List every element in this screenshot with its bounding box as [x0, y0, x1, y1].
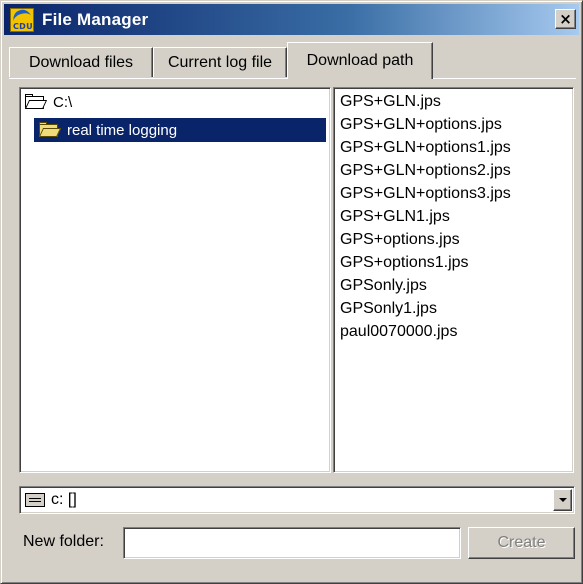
open-folder-icon: [38, 122, 62, 138]
file-item[interactable]: GPS+GLN+options.jps: [340, 113, 502, 136]
window-title: File Manager: [42, 9, 149, 29]
drive-value: c: []: [51, 491, 77, 508]
file-item[interactable]: GPS+GLN.jps: [340, 90, 441, 113]
drive-dropdown-button[interactable]: [553, 489, 572, 511]
cdu-app-icon: CDU: [8, 6, 36, 34]
tab-bar: Download files Current log file Download…: [9, 41, 575, 79]
file-item[interactable]: GPS+GLN+options2.jps: [340, 159, 511, 182]
app-icon-text: CDU: [13, 21, 33, 31]
file-item[interactable]: GPS+GLN+options3.jps: [340, 182, 511, 205]
tab-label: Download path: [306, 52, 414, 69]
tree-item-root[interactable]: C:\: [24, 90, 75, 114]
file-item[interactable]: GPS+GLN1.jps: [340, 205, 450, 228]
new-folder-input[interactable]: [123, 527, 461, 559]
file-manager-window: CDU File Manager × Download files Curren…: [0, 0, 583, 584]
create-button[interactable]: Create: [468, 527, 575, 559]
file-list[interactable]: GPS+GLN.jps GPS+GLN+options.jps GPS+GLN+…: [333, 87, 574, 473]
open-folder-icon: [24, 94, 48, 110]
tree-item-real-time-logging[interactable]: real time logging: [34, 118, 326, 142]
tab-label: Download files: [28, 53, 134, 71]
title-bar[interactable]: CDU File Manager ×: [4, 4, 579, 35]
new-folder-label: New folder:: [23, 533, 104, 550]
create-button-label: Create: [497, 534, 546, 551]
tab-current-log-file[interactable]: Current log file: [153, 47, 287, 77]
file-item[interactable]: GPS+options.jps: [340, 228, 460, 251]
tab-download-path[interactable]: Download path: [287, 42, 433, 79]
tree-item-label: C:\: [53, 93, 73, 111]
file-item[interactable]: GPS+GLN+options1.jps: [340, 136, 511, 159]
chevron-down-icon: [558, 498, 567, 502]
close-button[interactable]: ×: [555, 9, 576, 29]
tree-item-label: real time logging: [67, 121, 178, 139]
file-item[interactable]: paul0070000.jps: [340, 320, 457, 343]
drive-icon: [25, 493, 45, 507]
file-item[interactable]: GPS+options1.jps: [340, 251, 469, 274]
drive-select[interactable]: c: []: [19, 486, 575, 514]
file-item[interactable]: GPSonly1.jps: [340, 297, 437, 320]
tab-label: Current log file: [167, 53, 273, 71]
tab-download-files[interactable]: Download files: [9, 47, 153, 77]
folder-tree[interactable]: C:\ real time logging: [19, 87, 331, 473]
file-item[interactable]: GPSonly.jps: [340, 274, 427, 297]
close-icon: ×: [559, 9, 572, 28]
